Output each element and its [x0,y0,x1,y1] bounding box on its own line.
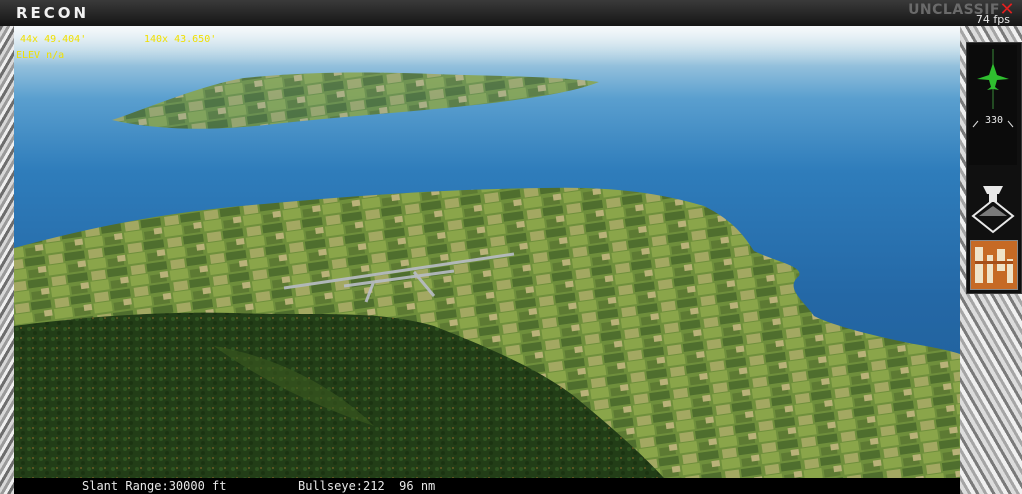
elevation-readout: ELEV n/a [16,50,65,61]
aircraft-icon [972,49,1014,128]
recon-window: RECON UNCLASSIF ✕ 74 fps 44x 49.404' 140… [0,0,1022,494]
terrain-viewport[interactable]: 44x 49.404' 140x 43.650' ELEV n/a [14,26,960,478]
fps-counter: 74 fps [975,13,1010,26]
bullseye-readout: Bullseye:212 96 nm [298,479,436,493]
instrument-panel: 330 [966,42,1022,294]
latitude-readout: 44x 49.404' [20,34,87,45]
slant-range: Slant Range:30000 ft [82,479,227,493]
heading-readout: 330 [984,115,1004,126]
window-title: RECON [16,4,90,22]
map-thumbnail-icon[interactable] [970,240,1018,290]
frame-left [0,26,14,494]
terrain-scene [14,26,960,478]
longitude-readout: 140x 43.650' [144,34,217,45]
title-bar[interactable]: RECON UNCLASSIF ✕ 74 fps [0,0,1022,27]
status-bar: Slant Range:30000 ft Bullseye:212 96 nm [14,478,960,494]
compass[interactable]: 330 [969,45,1017,165]
camera-mode-icon[interactable] [969,168,1017,238]
